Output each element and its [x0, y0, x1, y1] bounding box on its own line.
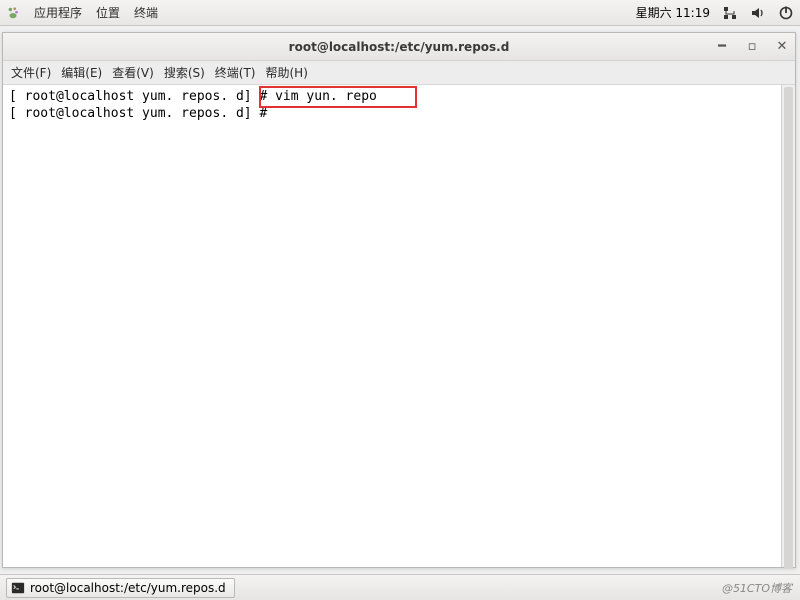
bottom-taskbar: root@localhost:/etc/yum.repos.d @51CTO博客: [0, 574, 800, 600]
terminal-area[interactable]: [ root@localhost yum. repos. d] # vim yu…: [3, 85, 795, 567]
top-panel: 应用程序 位置 终端 星期六 11:19: [0, 0, 800, 26]
maximize-button[interactable]: ▫: [745, 40, 759, 54]
scrollbar-thumb[interactable]: [784, 87, 793, 569]
menu-search[interactable]: 搜索(S): [164, 64, 205, 81]
terminal-window: root@localhost:/etc/yum.repos.d ━ ▫ ✕ 文件…: [2, 32, 796, 568]
clock[interactable]: 星期六 11:19: [636, 4, 710, 21]
menu-terminal[interactable]: 终端(T): [215, 64, 256, 81]
menu-view[interactable]: 查看(V): [112, 64, 154, 81]
menu-help[interactable]: 帮助(H): [266, 64, 308, 81]
network-icon[interactable]: [722, 5, 738, 21]
gnome-foot-icon: [6, 6, 20, 20]
panel-menu-applications[interactable]: 应用程序: [34, 4, 82, 21]
minimize-button[interactable]: ━: [715, 40, 729, 54]
window-title: root@localhost:/etc/yum.repos.d: [3, 40, 795, 54]
menu-file[interactable]: 文件(F): [11, 64, 51, 81]
scrollbar[interactable]: [781, 85, 795, 567]
panel-menu-places[interactable]: 位置: [96, 4, 120, 21]
panel-menu-terminal[interactable]: 终端: [134, 4, 158, 21]
watermark: @51CTO博客: [722, 580, 792, 596]
taskbar-item-label: root@localhost:/etc/yum.repos.d: [30, 581, 226, 595]
menu-edit[interactable]: 编辑(E): [61, 64, 102, 81]
close-button[interactable]: ✕: [775, 40, 789, 54]
terminal-line: [ root@localhost yum. repos. d] #: [9, 106, 789, 123]
volume-icon[interactable]: [750, 5, 766, 21]
window-menubar: 文件(F) 编辑(E) 查看(V) 搜索(S) 终端(T) 帮助(H): [3, 61, 795, 85]
window-titlebar[interactable]: root@localhost:/etc/yum.repos.d ━ ▫ ✕: [3, 33, 795, 61]
terminal-icon: [11, 581, 25, 595]
terminal-line: [ root@localhost yum. repos. d] # vim yu…: [9, 89, 789, 106]
taskbar-item-terminal[interactable]: root@localhost:/etc/yum.repos.d: [6, 578, 235, 598]
power-icon[interactable]: [778, 5, 794, 21]
